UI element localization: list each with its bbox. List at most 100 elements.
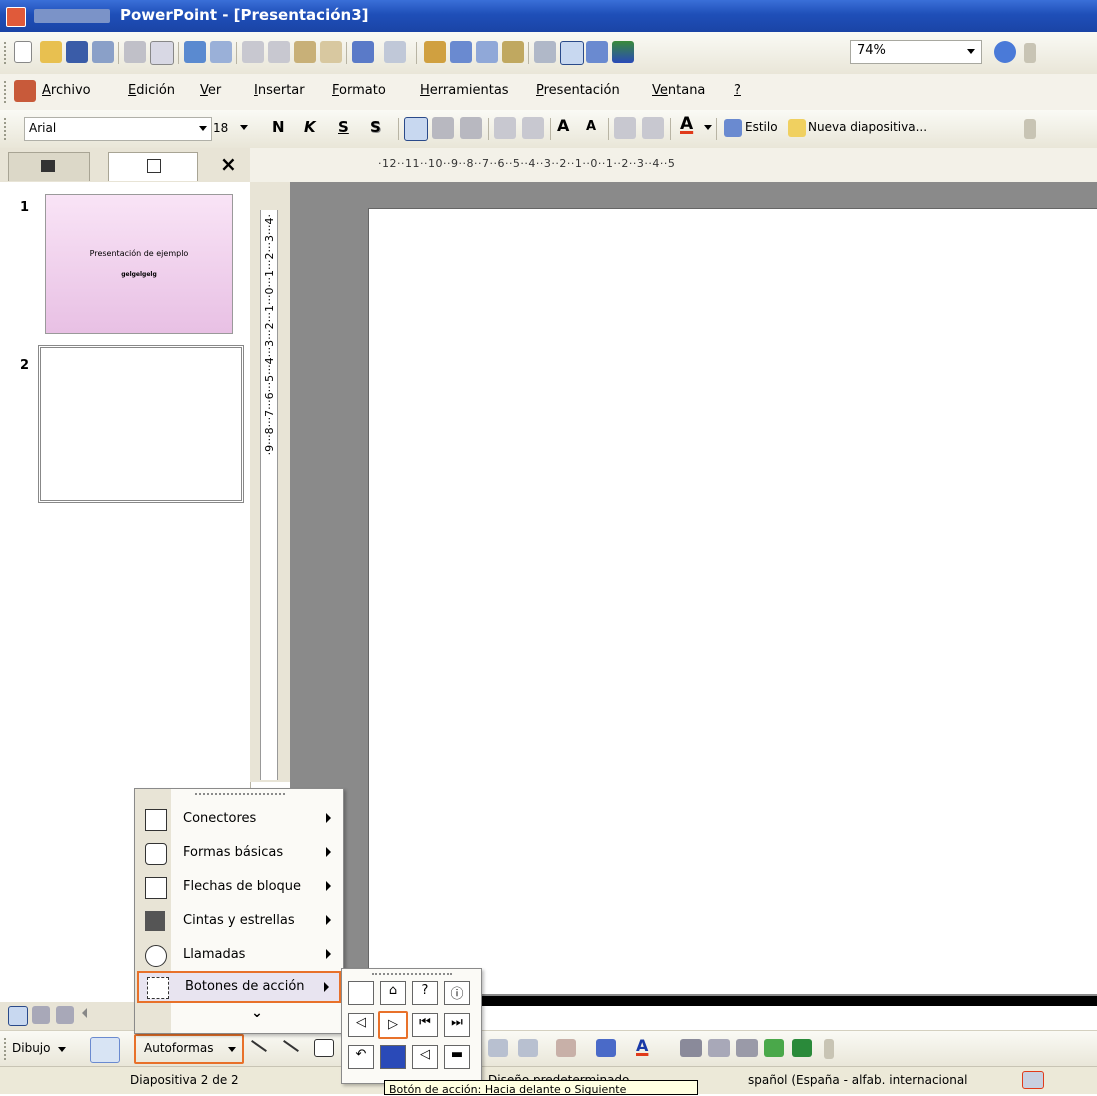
action-button-document[interactable] bbox=[380, 1045, 406, 1069]
menu-item-flechas-bloque[interactable]: Flechas de bloque bbox=[137, 871, 341, 903]
italic-button[interactable]: K bbox=[304, 118, 316, 136]
line-icon[interactable] bbox=[251, 1040, 267, 1052]
action-button-home[interactable]: ⌂ bbox=[380, 981, 406, 1005]
slide-canvas[interactable] bbox=[368, 208, 1097, 994]
toolbar-grip[interactable] bbox=[4, 118, 9, 140]
slide-thumbnail-2[interactable] bbox=[38, 345, 244, 503]
paste-icon[interactable] bbox=[294, 41, 316, 63]
zoom-select[interactable]: 74% bbox=[850, 40, 982, 64]
menu-presentacion[interactable]: Presentación bbox=[536, 83, 620, 98]
design-icon[interactable] bbox=[724, 119, 742, 137]
sorter-view-icon[interactable] bbox=[32, 1006, 50, 1024]
menu-help[interactable]: ? bbox=[734, 83, 741, 98]
close-pane-button[interactable]: × bbox=[220, 152, 237, 176]
rectangle-icon[interactable] bbox=[314, 1039, 334, 1057]
menu-item-conectores[interactable]: Conectores bbox=[137, 803, 341, 835]
action-button-beginning[interactable]: ⏮ bbox=[412, 1013, 438, 1037]
expand-icon[interactable] bbox=[534, 41, 556, 63]
normal-view-icon[interactable] bbox=[8, 1006, 28, 1026]
action-button-back[interactable]: ◁ bbox=[348, 1013, 374, 1037]
menu-item-formas-basicas[interactable]: Formas básicas bbox=[137, 837, 341, 869]
spelling-status-icon[interactable] bbox=[1022, 1071, 1044, 1089]
chevron-down-icon[interactable] bbox=[240, 125, 248, 130]
menu-item-cintas-estrellas[interactable]: Cintas y estrellas bbox=[137, 905, 341, 937]
bullets-icon[interactable] bbox=[522, 117, 544, 139]
powerpoint-app-icon[interactable] bbox=[6, 7, 26, 27]
menu-insertar[interactable]: Insertar bbox=[254, 83, 305, 98]
action-button-return[interactable]: ↶ bbox=[348, 1045, 374, 1069]
spelling-icon[interactable] bbox=[184, 41, 206, 63]
copy-icon[interactable] bbox=[268, 41, 290, 63]
menu-herramientas[interactable]: Herramientas bbox=[420, 83, 509, 98]
font-color-button[interactable]: A bbox=[680, 114, 693, 134]
dash-style-icon[interactable] bbox=[708, 1039, 730, 1057]
show-formatting-icon[interactable] bbox=[560, 41, 584, 65]
menu-drag-handle[interactable] bbox=[195, 793, 285, 797]
select-pointer-icon[interactable] bbox=[90, 1037, 120, 1063]
action-button-next[interactable]: ▷ bbox=[378, 1011, 408, 1039]
menu-formato[interactable]: Formato bbox=[332, 83, 386, 98]
permission-icon[interactable] bbox=[92, 41, 114, 63]
toolbar-options-icon[interactable] bbox=[1024, 43, 1036, 63]
tab-outline[interactable] bbox=[8, 152, 90, 181]
menu-item-llamadas[interactable]: Llamadas bbox=[137, 939, 341, 971]
insert-chart-icon[interactable] bbox=[424, 41, 446, 63]
action-button-sound[interactable]: ◁ bbox=[412, 1045, 438, 1069]
help-icon[interactable] bbox=[994, 41, 1016, 63]
print-preview-icon[interactable] bbox=[150, 41, 174, 65]
menu-archivo[interactable]: Archivo bbox=[42, 83, 91, 98]
insert-clipart-icon[interactable] bbox=[518, 1039, 538, 1057]
slide-thumbnail-1[interactable]: Presentación de ejemplo gelgelgelg bbox=[45, 194, 233, 334]
toolbar-grip[interactable] bbox=[4, 42, 9, 64]
open-folder-icon[interactable] bbox=[40, 41, 62, 63]
align-right-icon[interactable] bbox=[460, 117, 482, 139]
action-button-custom[interactable] bbox=[348, 981, 374, 1005]
menu-item-botones-accion[interactable]: Botones de acción bbox=[137, 971, 341, 1003]
format-painter-icon[interactable] bbox=[320, 41, 342, 63]
decrease-font-button[interactable]: A bbox=[586, 119, 596, 134]
save-icon[interactable] bbox=[66, 41, 88, 63]
new-slide-icon[interactable] bbox=[788, 119, 806, 137]
increase-font-button[interactable]: A bbox=[557, 116, 569, 135]
shadow-style-icon[interactable] bbox=[764, 1039, 784, 1057]
menu-ver[interactable]: Ver bbox=[200, 83, 221, 98]
line-color-icon[interactable] bbox=[596, 1039, 616, 1057]
undo-icon[interactable] bbox=[352, 41, 374, 63]
autoshapes-button[interactable]: Autoformas bbox=[134, 1034, 244, 1064]
show-grid-icon[interactable] bbox=[586, 41, 608, 63]
arrow-icon[interactable] bbox=[283, 1040, 299, 1052]
menu-grip[interactable] bbox=[4, 81, 9, 103]
toolbar-grip[interactable] bbox=[4, 1038, 9, 1060]
shadow-button[interactable]: S bbox=[370, 118, 381, 136]
underline-button[interactable]: S bbox=[338, 118, 349, 136]
insert-picture-icon[interactable] bbox=[488, 1039, 508, 1057]
document-icon[interactable] bbox=[14, 80, 36, 102]
line-style-icon[interactable] bbox=[680, 1039, 702, 1057]
menu-edicion[interactable]: Edición bbox=[128, 83, 175, 98]
insert-table-icon[interactable] bbox=[450, 41, 472, 63]
increase-indent-icon[interactable] bbox=[642, 117, 664, 139]
design-button-label[interactable]: Estilo bbox=[745, 120, 778, 134]
toolbar-options-icon[interactable] bbox=[1024, 119, 1036, 139]
drawing-menu-button[interactable]: Dibujo bbox=[12, 1041, 50, 1055]
toolbar-options-icon[interactable] bbox=[824, 1039, 834, 1059]
scroll-left-icon[interactable] bbox=[82, 1008, 87, 1018]
slideshow-view-icon[interactable] bbox=[56, 1006, 74, 1024]
insert-hyperlink-icon[interactable] bbox=[502, 41, 524, 63]
chevron-down-icon[interactable] bbox=[58, 1047, 66, 1052]
action-button-end[interactable]: ⏭ bbox=[444, 1013, 470, 1037]
3d-style-icon[interactable] bbox=[792, 1039, 812, 1057]
align-center-icon[interactable] bbox=[432, 117, 454, 139]
action-button-movie[interactable]: ▬ bbox=[444, 1045, 470, 1069]
redo-icon[interactable] bbox=[384, 41, 406, 63]
menu-ventana[interactable]: Ventana bbox=[652, 83, 705, 98]
research-icon[interactable] bbox=[210, 41, 232, 63]
new-slide-button-label[interactable]: Nueva diapositiva... bbox=[808, 120, 927, 134]
cut-icon[interactable] bbox=[242, 41, 264, 63]
submenu-drag-handle[interactable] bbox=[372, 973, 452, 977]
bold-button[interactable]: N bbox=[272, 118, 285, 136]
fill-color-icon[interactable] bbox=[556, 1039, 576, 1057]
drawing-font-color-button[interactable]: A bbox=[636, 1036, 648, 1055]
new-document-icon[interactable] bbox=[14, 41, 32, 63]
font-select[interactable]: Arial bbox=[24, 117, 212, 141]
